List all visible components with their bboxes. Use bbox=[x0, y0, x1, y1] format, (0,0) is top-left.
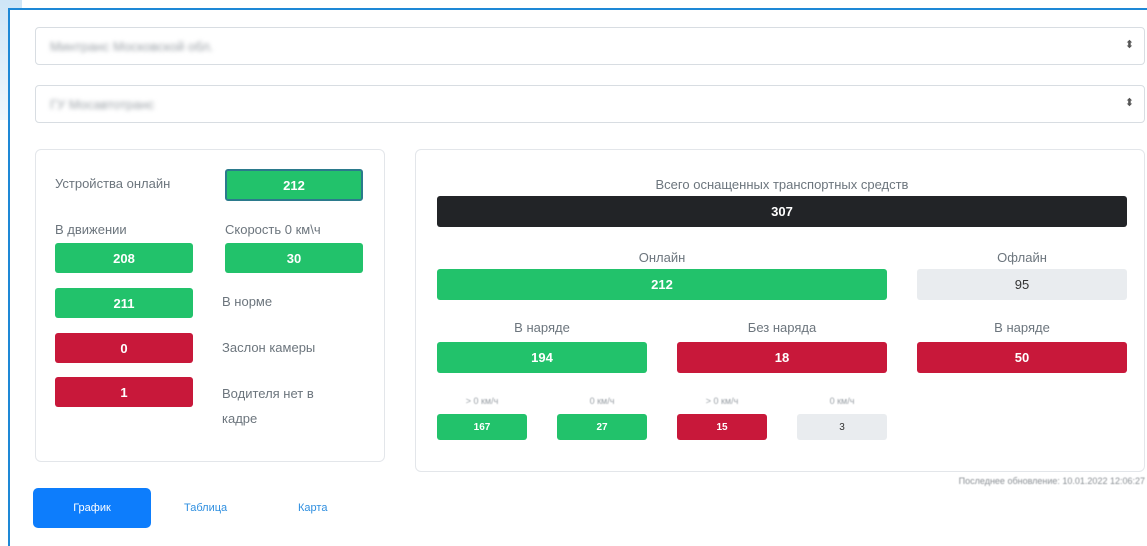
total-vehicles-value[interactable]: 307 bbox=[437, 196, 1127, 227]
in-motion-value[interactable]: 208 bbox=[55, 243, 193, 273]
online-label: Онлайн bbox=[638, 250, 686, 265]
moving-no-duty-label: > 0 км/ч bbox=[705, 396, 739, 406]
camera-blocked-label: Заслон камеры bbox=[222, 340, 316, 355]
stopped-on-duty-value[interactable]: 27 bbox=[557, 414, 647, 440]
normal-label: В норме bbox=[222, 294, 273, 309]
stopped-on-duty-label: 0 км/ч bbox=[589, 396, 615, 406]
tab-map[interactable]: Карта bbox=[298, 502, 327, 514]
organization-select[interactable]: Минтранс Московской обл. ⬍ bbox=[35, 27, 1145, 65]
offline-on-duty-value[interactable]: 50 bbox=[917, 342, 1127, 373]
camera-blocked-value[interactable]: 0 bbox=[55, 333, 193, 363]
last-update-text: Последнее обновление: 10.01.2022 12:06:2… bbox=[958, 476, 1145, 486]
in-motion-label: В движении bbox=[55, 222, 127, 237]
devices-online-value[interactable]: 212 bbox=[225, 169, 363, 201]
organization-select-value: Минтранс Московской обл. bbox=[50, 39, 214, 53]
tab-table[interactable]: Таблица bbox=[184, 502, 227, 514]
moving-no-duty-value[interactable]: 15 bbox=[677, 414, 767, 440]
no-driver-label-line1: Водителя нет в bbox=[222, 386, 314, 401]
moving-on-duty-value[interactable]: 167 bbox=[437, 414, 527, 440]
no-driver-value[interactable]: 1 bbox=[55, 377, 193, 407]
devices-online-label: Устройства онлайн bbox=[55, 176, 171, 191]
online-value[interactable]: 212 bbox=[437, 269, 887, 300]
total-vehicles-label: Всего оснащенных транспортных средств bbox=[655, 177, 909, 192]
offline-label: Офлайн bbox=[997, 250, 1047, 265]
on-duty-value[interactable]: 194 bbox=[437, 342, 647, 373]
carrier-select-value: ГУ Мосавтотранс bbox=[50, 97, 155, 111]
on-duty-label: В наряде bbox=[514, 320, 570, 335]
speed-zero-value[interactable]: 30 bbox=[225, 243, 363, 273]
speed-zero-label: Скорость 0 км\ч bbox=[225, 222, 321, 237]
tab-chart[interactable]: График bbox=[33, 488, 151, 528]
no-duty-value[interactable]: 18 bbox=[677, 342, 887, 373]
select-caret-icon: ⬍ bbox=[1124, 97, 1134, 109]
no-driver-label-line2: кадре bbox=[222, 411, 258, 426]
stopped-no-duty-label: 0 км/ч bbox=[829, 396, 855, 406]
select-caret-icon: ⬍ bbox=[1124, 39, 1134, 51]
stopped-no-duty-value[interactable]: 3 bbox=[797, 414, 887, 440]
offline-value[interactable]: 95 bbox=[917, 269, 1127, 300]
carrier-select[interactable]: ГУ Мосавтотранс ⬍ bbox=[35, 85, 1145, 123]
normal-value[interactable]: 211 bbox=[55, 288, 193, 318]
offline-on-duty-label: В наряде bbox=[994, 320, 1050, 335]
no-duty-label: Без наряда bbox=[747, 320, 817, 335]
moving-on-duty-label: > 0 км/ч bbox=[465, 396, 499, 406]
